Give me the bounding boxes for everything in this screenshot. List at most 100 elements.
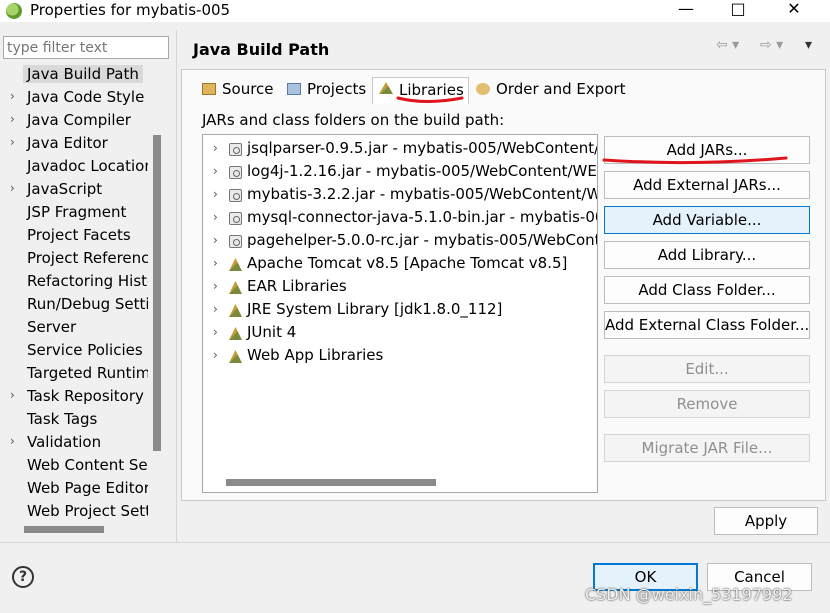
sidebar-vertical-scrollbar[interactable] bbox=[153, 135, 161, 451]
library-entry-label: mysql-connector-java-5.1.0-bin.jar - myb… bbox=[247, 208, 597, 226]
sidebar-item[interactable]: JSP Fragment bbox=[0, 202, 148, 225]
sidebar-item[interactable]: › Validation bbox=[0, 432, 148, 455]
library-entry-label: Apache Tomcat v8.5 [Apache Tomcat v8.5] bbox=[247, 254, 568, 272]
library-entry[interactable]: › log4j-1.2.16.jar - mybatis-005/WebConte… bbox=[203, 161, 597, 184]
property-pages-tree: Java Build Path › Java Code Style › Java Com… bbox=[0, 64, 150, 520]
chevron-right-icon[interactable]: › bbox=[213, 256, 218, 270]
minimize-button[interactable]: — bbox=[666, 0, 706, 21]
sidebar-item[interactable]: Service Policies bbox=[0, 340, 148, 363]
library-entry[interactable]: › pagehelper-5.0.0-rc.jar - mybatis-005/W… bbox=[203, 230, 597, 253]
libraries-icon bbox=[379, 82, 393, 94]
library-entry-label: pagehelper-5.0.0-rc.jar - mybatis-005/We… bbox=[247, 231, 597, 249]
library-entry[interactable]: › JUnit 4 bbox=[203, 322, 597, 345]
apply-button[interactable]: Apply bbox=[714, 507, 818, 535]
add-external-class-folder-button[interactable]: Add External Class Folder... bbox=[604, 311, 810, 339]
sidebar-horizontal-scrollbar[interactable] bbox=[24, 526, 104, 533]
sidebar-item[interactable]: › Java Code Style bbox=[0, 87, 148, 110]
chevron-right-icon[interactable]: › bbox=[10, 181, 15, 195]
chevron-right-icon[interactable]: › bbox=[213, 233, 218, 247]
source-folder-icon bbox=[202, 83, 216, 95]
add-external-jars-button[interactable]: Add External JARs... bbox=[604, 171, 810, 199]
add-jars-button[interactable]: Add JARs... bbox=[604, 136, 810, 164]
tab-label: Order and Export bbox=[496, 80, 626, 98]
sidebar-item-label: Java Compiler bbox=[27, 111, 131, 129]
chevron-right-icon[interactable]: › bbox=[213, 141, 218, 155]
chevron-right-icon[interactable]: › bbox=[10, 388, 15, 402]
add-variable-button[interactable]: Add Variable... bbox=[604, 206, 810, 234]
close-button[interactable]: ✕ bbox=[774, 0, 814, 21]
sidebar-item[interactable]: Web Page Editor bbox=[0, 478, 148, 501]
chevron-right-icon[interactable]: › bbox=[10, 89, 15, 103]
sidebar-item-label: Targeted Runtimes bbox=[27, 364, 148, 382]
sidebar-item[interactable]: Targeted Runtimes bbox=[0, 363, 148, 386]
list-horizontal-scrollbar[interactable] bbox=[226, 479, 436, 486]
add-class-folder-button[interactable]: Add Class Folder... bbox=[604, 276, 810, 304]
sidebar-item[interactable]: Server bbox=[0, 317, 148, 340]
sidebar-item-label: Service Policies bbox=[27, 341, 143, 359]
title-bar: Properties for mybatis-005 — □ ✕ bbox=[0, 0, 830, 22]
chevron-right-icon[interactable]: › bbox=[10, 112, 15, 126]
chevron-right-icon[interactable]: › bbox=[213, 302, 218, 316]
sidebar-item[interactable]: Javadoc Location bbox=[0, 156, 148, 179]
sidebar-item[interactable]: Refactoring History bbox=[0, 271, 148, 294]
sidebar-item-label: Task Repository bbox=[27, 387, 144, 405]
sidebar-splitter[interactable] bbox=[176, 30, 177, 542]
view-menu-button[interactable]: ▾ bbox=[805, 37, 812, 53]
back-nav-button[interactable]: ⇦ ▾ bbox=[716, 37, 739, 53]
libraries-list: › jsqlparser-0.9.5.jar - mybatis-005/WebC… bbox=[202, 134, 598, 493]
sidebar-item[interactable]: Project Facets bbox=[0, 225, 148, 248]
build-path-caption: JARs and class folders on the build path… bbox=[202, 111, 505, 129]
library-entry[interactable]: › jsqlparser-0.9.5.jar - mybatis-005/WebC… bbox=[203, 138, 597, 161]
window-title: Properties for mybatis-005 bbox=[30, 1, 231, 19]
chevron-right-icon[interactable]: › bbox=[213, 279, 218, 293]
jar-icon bbox=[229, 212, 242, 225]
chevron-right-icon[interactable]: › bbox=[10, 135, 15, 149]
tab-label: Projects bbox=[307, 80, 367, 98]
library-entry[interactable]: › JRE System Library [jdk1.8.0_112] bbox=[203, 299, 597, 322]
add-library-button[interactable]: Add Library... bbox=[604, 241, 810, 269]
sidebar-item[interactable]: Project References bbox=[0, 248, 148, 271]
library-icon bbox=[229, 304, 242, 317]
library-entry[interactable]: › mybatis-3.2.2.jar - mybatis-005/WebCont… bbox=[203, 184, 597, 207]
chevron-right-icon[interactable]: › bbox=[213, 164, 218, 178]
migrate-jar-button[interactable]: Migrate JAR File... bbox=[604, 434, 810, 462]
sidebar-item-label: Refactoring History bbox=[27, 272, 148, 290]
sidebar-item[interactable]: Web Content Settings bbox=[0, 455, 148, 478]
tab-order-and-export[interactable]: Order and Export bbox=[470, 80, 626, 104]
sidebar-item-label: JavaScript bbox=[27, 180, 103, 198]
sidebar-item[interactable]: Run/Debug Settings bbox=[0, 294, 148, 317]
remove-button[interactable]: Remove bbox=[604, 390, 810, 418]
projects-icon bbox=[287, 83, 301, 95]
library-entry-label: JRE System Library [jdk1.8.0_112] bbox=[247, 300, 503, 318]
library-entry[interactable]: › Web App Libraries bbox=[203, 345, 597, 368]
tab-source[interactable]: Source bbox=[196, 80, 274, 104]
chevron-right-icon[interactable]: › bbox=[213, 348, 218, 362]
sidebar-item[interactable]: Web Project Settings bbox=[0, 501, 148, 520]
sidebar-item[interactable]: Task Tags bbox=[0, 409, 148, 432]
help-icon[interactable]: ? bbox=[12, 566, 34, 588]
chevron-right-icon[interactable]: › bbox=[213, 325, 218, 339]
order-export-icon bbox=[476, 83, 490, 95]
edit-button[interactable]: Edit... bbox=[604, 355, 810, 383]
library-entry-label: Web App Libraries bbox=[247, 346, 384, 364]
sidebar-item[interactable]: › Java Editor bbox=[0, 133, 148, 156]
maximize-button[interactable]: □ bbox=[718, 0, 758, 21]
sidebar-item-label: JSP Fragment bbox=[27, 203, 127, 221]
chevron-right-icon[interactable]: › bbox=[213, 187, 218, 201]
sidebar-item[interactable]: Java Build Path bbox=[0, 64, 148, 87]
sidebar-item[interactable]: › Java Compiler bbox=[0, 110, 148, 133]
forward-nav-button[interactable]: ⇨ ▾ bbox=[760, 37, 783, 53]
sidebar-item[interactable]: › JavaScript bbox=[0, 179, 148, 202]
sidebar-item[interactable]: › Task Repository bbox=[0, 386, 148, 409]
jar-icon bbox=[229, 189, 242, 202]
chevron-right-icon[interactable]: › bbox=[10, 434, 15, 448]
jar-icon bbox=[229, 143, 242, 156]
tab-projects[interactable]: Projects bbox=[281, 80, 366, 104]
library-entry[interactable]: › mysql-connector-java-5.1.0-bin.jar - my… bbox=[203, 207, 597, 230]
filter-input[interactable] bbox=[3, 36, 169, 59]
library-entry[interactable]: › Apache Tomcat v8.5 [Apache Tomcat v8.5] bbox=[203, 253, 597, 276]
tab-libraries[interactable]: Libraries bbox=[372, 77, 469, 104]
library-entry[interactable]: › EAR Libraries bbox=[203, 276, 597, 299]
sidebar-item-label: Web Project Settings bbox=[27, 502, 148, 520]
chevron-right-icon[interactable]: › bbox=[213, 210, 218, 224]
